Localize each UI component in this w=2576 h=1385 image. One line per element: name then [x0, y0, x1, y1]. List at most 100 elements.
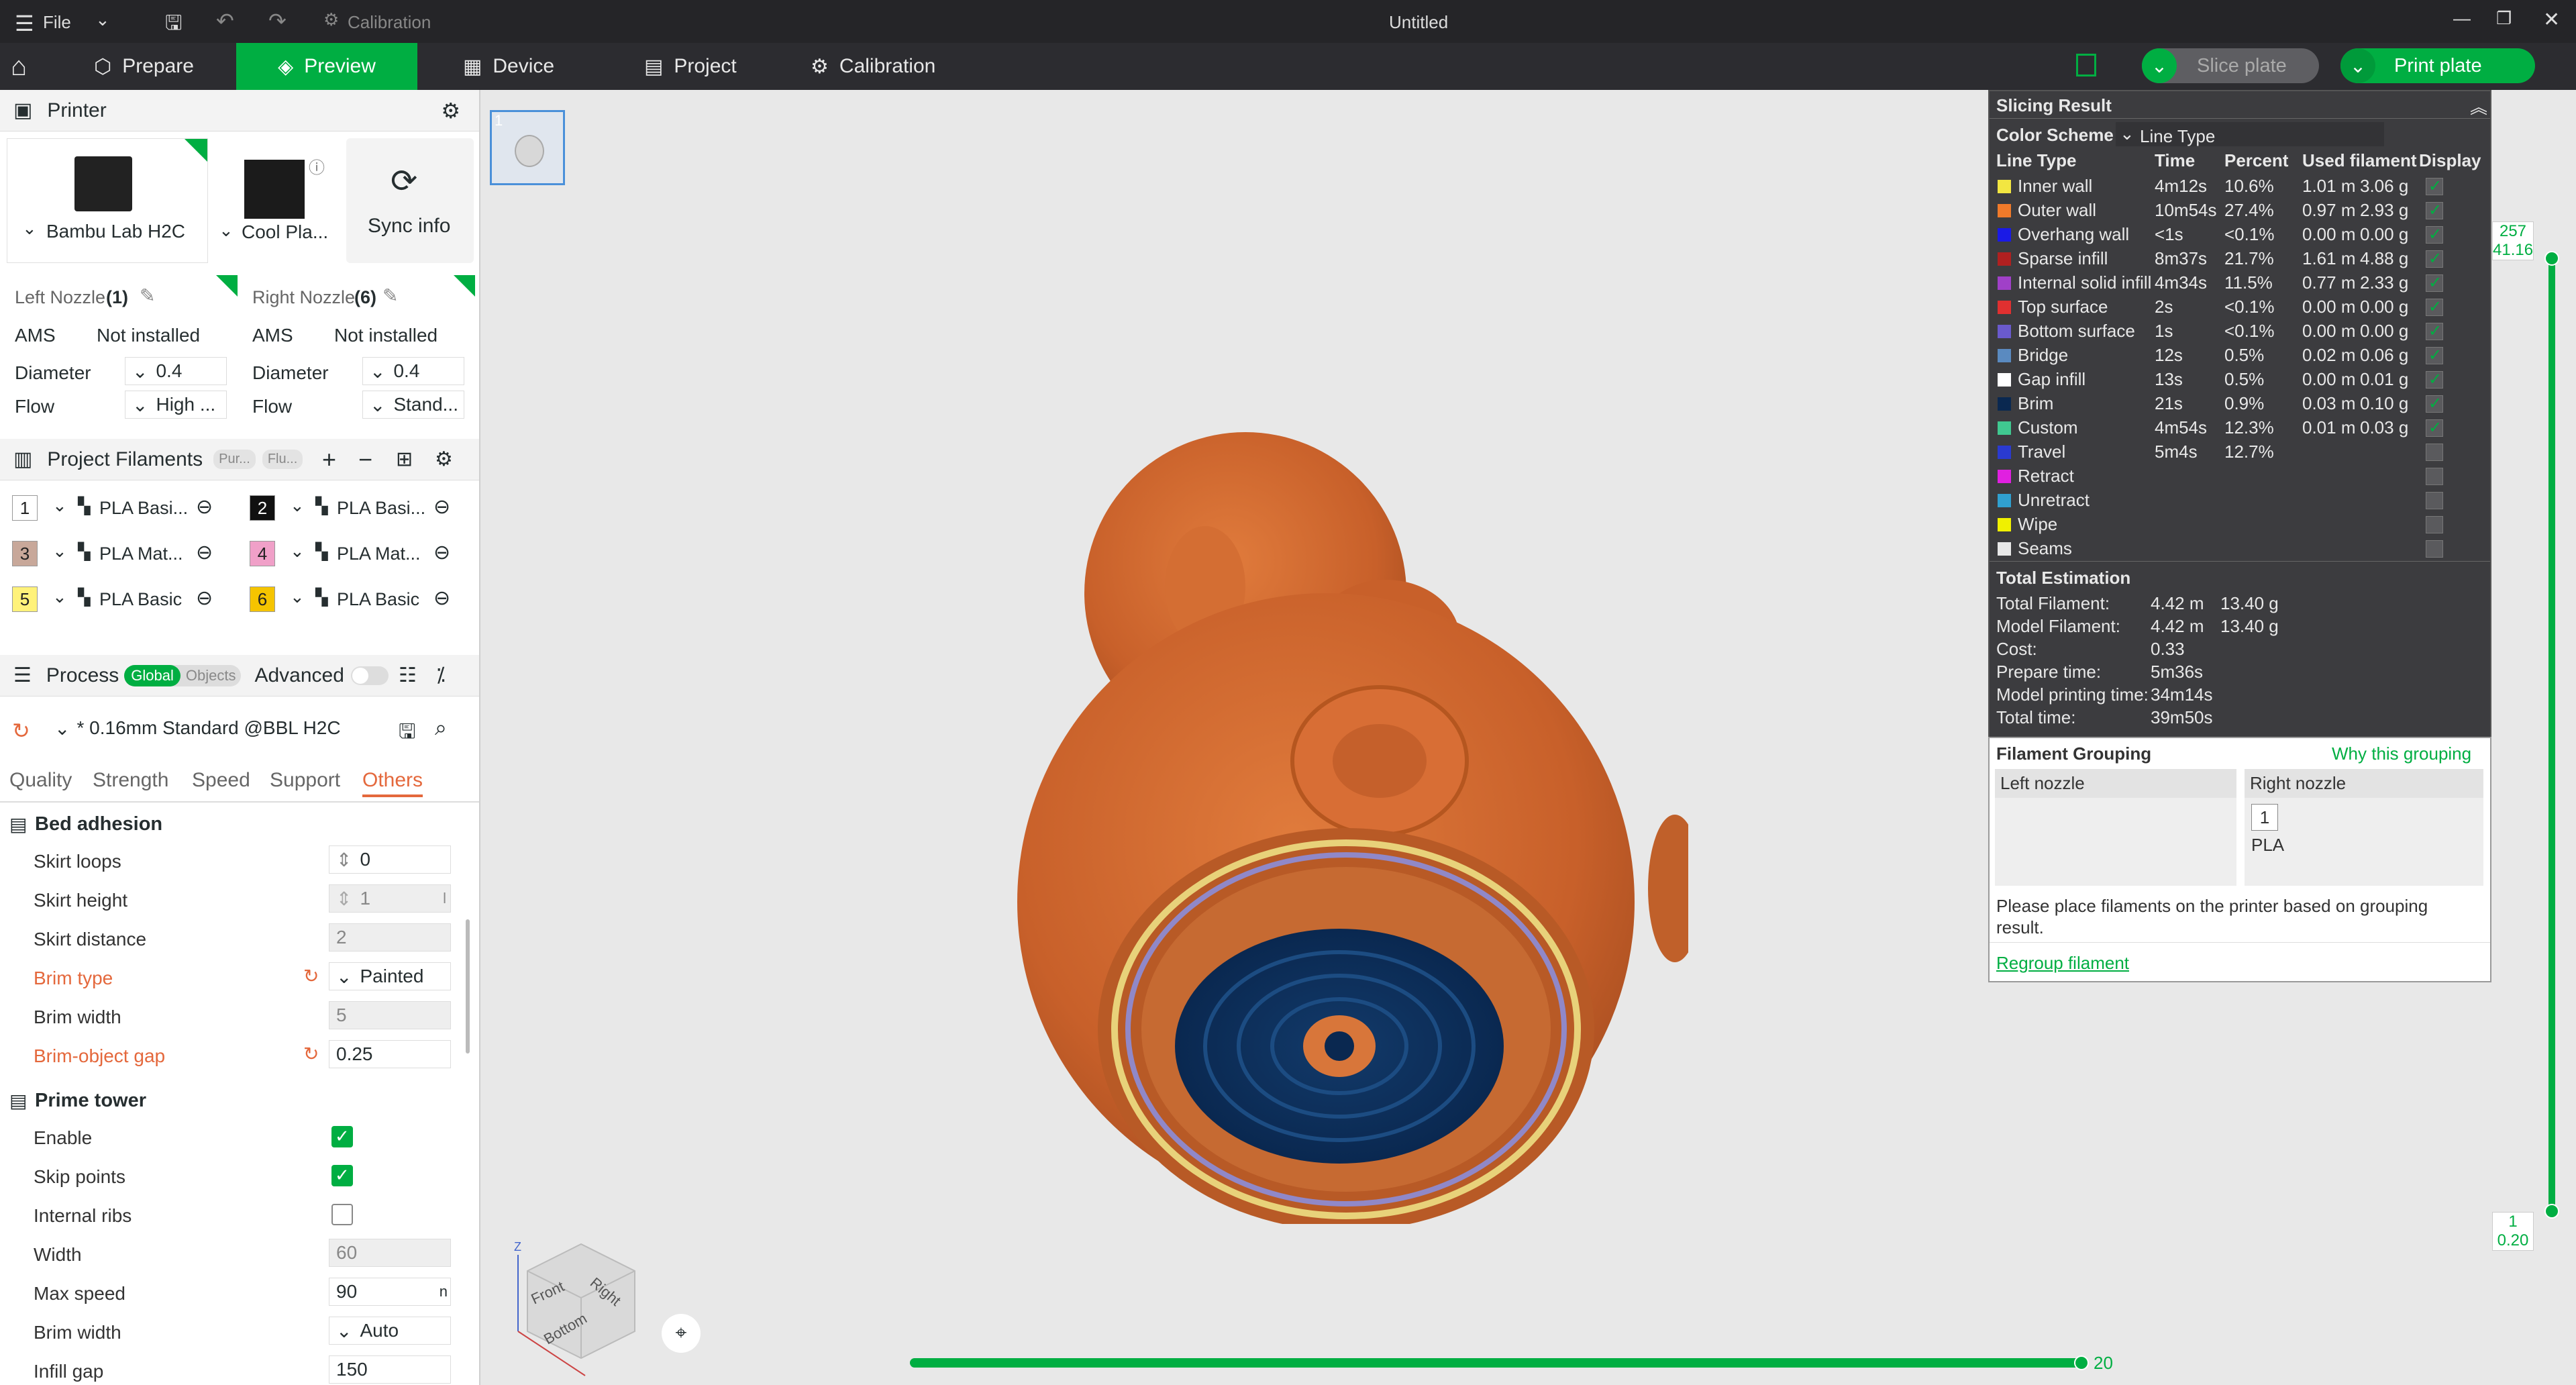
plate-card[interactable]: ⓘ ⌄ Cool Pla...	[215, 138, 342, 263]
edit-icon[interactable]: ✎	[382, 285, 398, 307]
infill-gap-input[interactable]: 150	[329, 1355, 451, 1384]
skirt-height-input[interactable]: ⇕ 1 l	[329, 884, 451, 913]
spin-icon[interactable]: ⇕	[336, 888, 352, 910]
chevron-down-icon[interactable]: ⌄	[290, 541, 305, 562]
chevron-down-icon[interactable]: ⌄	[290, 586, 305, 607]
sync-info-button[interactable]: ⟳ Sync info	[346, 138, 474, 263]
restore-icon[interactable]: ❐	[2496, 8, 2512, 29]
display-checkbox[interactable]	[2426, 516, 2443, 533]
skirt-loops-input[interactable]: ⇕ 0	[329, 845, 451, 874]
display-checkbox[interactable]	[2426, 201, 2443, 220]
filament-number-5[interactable]: 5	[12, 586, 38, 612]
process-tab-others[interactable]: Others	[362, 769, 423, 797]
print-plate-button[interactable]: ⌄ Print plate	[2340, 48, 2535, 83]
process-tab-quality[interactable]: Quality	[9, 769, 72, 792]
filament-name[interactable]: PLA Mat...	[99, 544, 196, 564]
color-scheme-select[interactable]: ⌄ Line Type	[2116, 122, 2384, 146]
more-options-icon[interactable]: ⊖	[196, 495, 213, 519]
add-icon[interactable]: +	[322, 446, 336, 474]
right-diameter-select[interactable]: ⌄ 0.4	[362, 357, 464, 385]
move-slider-track[interactable]	[910, 1358, 2081, 1368]
display-checkbox[interactable]	[2426, 370, 2443, 389]
tab-calibration[interactable]: ⚙ Calibration	[811, 43, 935, 90]
info-icon[interactable]: ⓘ	[309, 154, 325, 178]
filament-name[interactable]: PLA Basi...	[99, 498, 196, 519]
print-dropdown-icon[interactable]: ⌄	[2340, 48, 2375, 83]
display-checkbox[interactable]	[2426, 492, 2443, 509]
advanced-toggle[interactable]	[350, 666, 389, 685]
display-checkbox[interactable]	[2426, 273, 2443, 293]
reset-icon[interactable]: ↻	[303, 1043, 319, 1065]
chevron-down-icon[interactable]: ⌄	[219, 220, 234, 241]
filament-number-6[interactable]: 6	[250, 586, 275, 612]
tab-prepare[interactable]: ⬡ Prepare	[94, 43, 194, 90]
left-diameter-select[interactable]: ⌄ 0.4	[125, 357, 227, 385]
filament-name[interactable]: PLA Basic	[337, 589, 433, 610]
calibration-title-button[interactable]: Calibration	[348, 12, 431, 33]
regroup-filament-link[interactable]: Regroup filament	[1996, 953, 2129, 974]
filament-name[interactable]: PLA Basic	[99, 589, 196, 610]
tab-preview[interactable]: ◈ Preview	[236, 43, 417, 90]
display-checkbox[interactable]	[2426, 225, 2443, 244]
printer-card[interactable]: Bambu Lab H2C ⌄	[7, 138, 208, 263]
close-icon[interactable]: ✕	[2543, 8, 2560, 32]
gear-icon[interactable]: ⚙	[441, 98, 460, 123]
display-checkbox[interactable]	[2426, 249, 2443, 268]
slice-plate-button[interactable]: ⌄ Slice plate	[2142, 48, 2319, 83]
display-checkbox[interactable]	[2426, 176, 2443, 196]
enable-checkbox[interactable]: ✓	[331, 1126, 353, 1147]
brim-width-input[interactable]: 5	[329, 1001, 451, 1029]
global-objects-toggle[interactable]: Global Objects	[124, 664, 242, 686]
display-checkbox[interactable]	[2426, 297, 2443, 317]
reset-icon[interactable]: ↻	[12, 718, 30, 743]
width-input[interactable]: 60	[329, 1239, 451, 1267]
internal-ribs-checkbox[interactable]	[331, 1204, 353, 1225]
process-tab-strength[interactable]: Strength	[93, 769, 168, 792]
tab-device[interactable]: ▦ Device	[463, 43, 554, 90]
chevron-down-icon[interactable]: ⌄	[52, 586, 67, 607]
chevron-down-icon[interactable]: ⌄	[95, 9, 110, 30]
menu-icon[interactable]: ☰	[15, 11, 34, 36]
plate-thumbnail[interactable]: 1	[490, 110, 565, 185]
percent-icon[interactable]: ⁒	[436, 664, 446, 687]
redo-icon[interactable]: ↷	[268, 8, 287, 34]
save-icon[interactable]: 🖫	[165, 8, 183, 42]
display-checkbox[interactable]	[2426, 540, 2443, 558]
chevron-down-icon[interactable]: ⌄	[22, 218, 37, 239]
brim-type-select[interactable]: ⌄ Painted	[329, 962, 451, 990]
chevron-down-icon[interactable]: ⌄	[52, 541, 67, 562]
filament-number-4[interactable]: 4	[250, 541, 275, 566]
sync-filament-icon[interactable]: ⊞	[396, 448, 413, 471]
purge-chip-button[interactable]: Pur...	[213, 450, 256, 469]
display-checkbox[interactable]	[2426, 444, 2443, 461]
more-options-icon[interactable]: ⊖	[196, 586, 213, 610]
sliced-model-preview[interactable]	[1004, 419, 1688, 1224]
tab-project[interactable]: ▤ Project	[644, 43, 737, 90]
list-icon[interactable]: ☷	[399, 664, 417, 687]
filament-name[interactable]: PLA Mat...	[337, 544, 433, 564]
process-tab-support[interactable]: Support	[270, 769, 340, 792]
minimize-icon[interactable]: —	[2453, 8, 2471, 29]
right-flow-select[interactable]: ⌄ Stand...	[362, 391, 464, 419]
max-speed-input[interactable]: 90 n	[329, 1278, 451, 1306]
global-toggle-option[interactable]: Global	[124, 664, 181, 686]
objects-toggle-option[interactable]: Objects	[181, 665, 242, 686]
flush-chip-button[interactable]: Flu...	[262, 450, 303, 469]
process-preset-select[interactable]: ⌄ * 0.16mm Standard @BBL H2C	[47, 714, 382, 742]
collapse-icon[interactable]: ︽	[2470, 94, 2487, 119]
display-checkbox[interactable]	[2426, 346, 2443, 365]
check-dropdown-icon[interactable]: ⌄	[2142, 48, 2177, 83]
skip-points-checkbox[interactable]: ✓	[331, 1165, 353, 1186]
why-grouping-link[interactable]: Why this grouping	[2332, 743, 2471, 764]
remove-icon[interactable]: −	[358, 446, 372, 474]
display-checkbox[interactable]	[2426, 468, 2443, 485]
search-icon[interactable]: ⌕	[435, 715, 447, 741]
layer-bottom-handle[interactable]	[2544, 1204, 2559, 1219]
filament-number-1[interactable]: 1	[12, 495, 38, 521]
navigation-cube[interactable]: Z Front Right Bottom	[501, 1217, 655, 1385]
filament-slot-1[interactable]: 1	[2251, 804, 2278, 831]
reset-icon[interactable]: ↻	[303, 965, 319, 987]
more-options-icon[interactable]: ⊖	[196, 541, 213, 564]
edit-icon[interactable]: ✎	[140, 285, 155, 307]
layer-slider-track[interactable]	[2548, 258, 2555, 1211]
